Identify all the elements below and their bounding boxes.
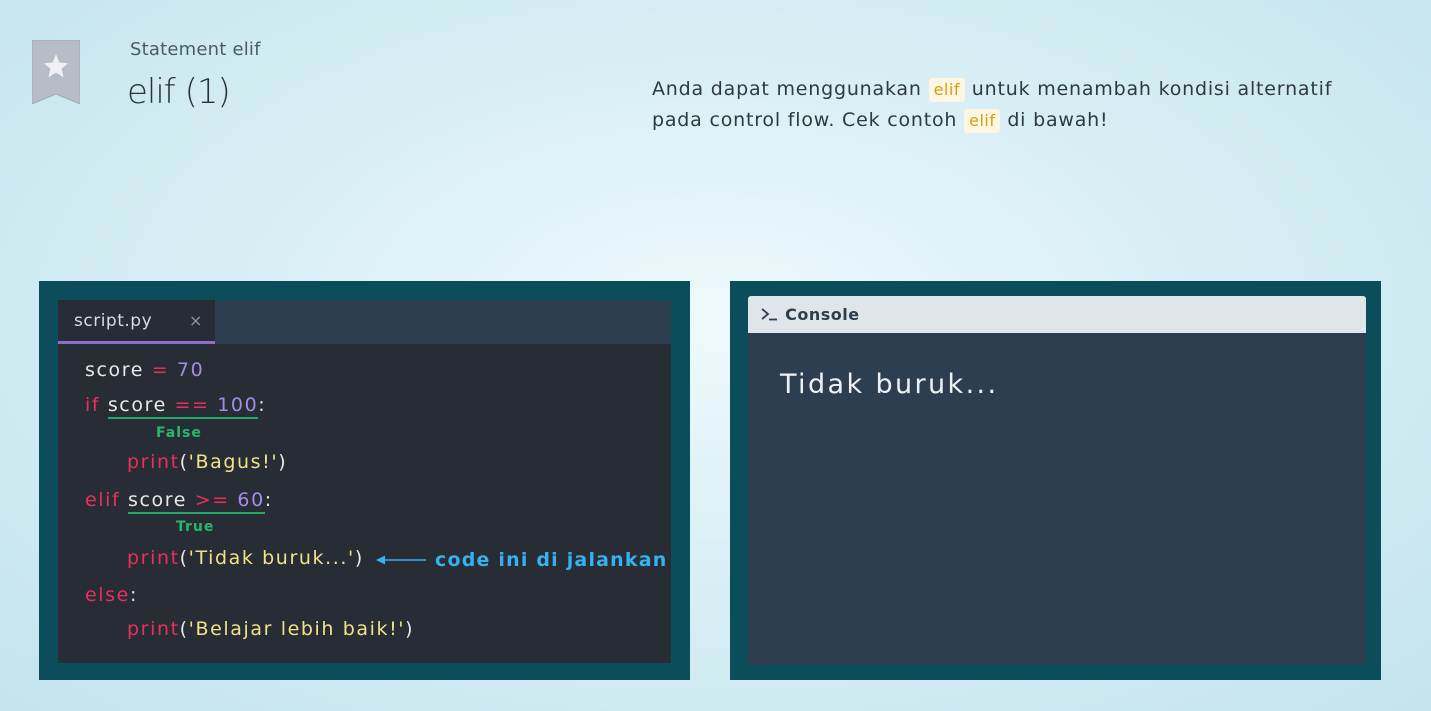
elif-condition: score >= 60 bbox=[127, 489, 265, 514]
code-paren: ) bbox=[354, 547, 364, 569]
close-icon[interactable]: × bbox=[189, 311, 202, 330]
code-operator: == bbox=[174, 394, 210, 416]
code-paren: ( bbox=[179, 618, 189, 640]
code-variable: score bbox=[107, 394, 167, 416]
code-variable: score bbox=[127, 489, 188, 511]
bookmark-star-icon bbox=[32, 40, 80, 104]
console-output: Tidak buruk... bbox=[780, 369, 999, 400]
code-line-6: else: bbox=[85, 584, 138, 606]
code-number: 100 bbox=[217, 394, 259, 416]
code-line-2: if score == 100: bbox=[85, 394, 267, 419]
code-keyword-else: else bbox=[85, 584, 130, 606]
code-line-3: print('Bagus!') bbox=[127, 451, 287, 473]
lesson-subtitle: Statement elif bbox=[130, 39, 261, 60]
code-number: 60 bbox=[237, 489, 265, 511]
annotation-executed-code: code ini di jalankan bbox=[435, 549, 668, 571]
code-line-1: score = 70 bbox=[85, 359, 204, 381]
inline-code-elif: elif bbox=[928, 78, 965, 102]
arrow-left-icon bbox=[376, 555, 426, 565]
code-colon: : bbox=[258, 394, 267, 416]
code-area[interactable]: score = 70 if score == 100: False print(… bbox=[58, 344, 671, 663]
condition-true-label: True bbox=[176, 519, 215, 535]
code-variable: score bbox=[85, 359, 145, 381]
code-string: 'Belajar lebih baik!' bbox=[188, 618, 406, 640]
code-operator: = bbox=[151, 359, 170, 381]
code-keyword-elif: elif bbox=[85, 489, 121, 511]
console[interactable]: Console Tidak buruk... bbox=[748, 296, 1366, 665]
code-line-5: print('Tidak buruk...') bbox=[127, 547, 364, 569]
inline-code-elif: elif bbox=[964, 109, 1001, 133]
terminal-prompt-icon bbox=[761, 308, 777, 321]
code-line-7: print('Belajar lebih baik!') bbox=[127, 618, 414, 640]
code-paren: ) bbox=[405, 618, 415, 640]
console-panel: Console Tidak buruk... bbox=[730, 281, 1381, 680]
description-text-1: Anda dapat menggunakan bbox=[652, 78, 922, 100]
console-title: Console bbox=[785, 305, 860, 324]
lesson-title: elif (1) bbox=[127, 72, 231, 112]
code-paren: ( bbox=[179, 451, 189, 473]
code-function: print bbox=[127, 618, 180, 640]
code-keyword-if: if bbox=[85, 394, 101, 416]
code-editor[interactable]: script.py × score = 70 if score == 100: … bbox=[58, 300, 671, 663]
code-operator: >= bbox=[194, 489, 230, 511]
code-colon: : bbox=[129, 584, 138, 606]
code-colon: : bbox=[264, 489, 273, 511]
bookmark-button[interactable] bbox=[32, 40, 80, 104]
code-number: 70 bbox=[176, 359, 205, 381]
code-function: print bbox=[127, 547, 180, 569]
code-string: 'Bagus!' bbox=[188, 451, 279, 473]
code-line-4: elif score >= 60: bbox=[85, 489, 273, 514]
tab-label: script.py bbox=[74, 311, 153, 331]
code-paren: ( bbox=[179, 547, 189, 569]
console-header: Console bbox=[748, 296, 1366, 333]
code-string: 'Tidak buruk...' bbox=[188, 547, 355, 569]
description-text-3: di bawah! bbox=[1007, 109, 1109, 131]
editor-tabbar: script.py × bbox=[58, 300, 671, 344]
if-condition: score == 100 bbox=[107, 394, 259, 419]
code-function: print bbox=[127, 451, 180, 473]
condition-false-label: False bbox=[156, 425, 202, 441]
lesson-description: Anda dapat menggunakan elif untuk menamb… bbox=[652, 74, 1352, 136]
code-paren: ) bbox=[278, 451, 288, 473]
tab-script-py[interactable]: script.py × bbox=[58, 300, 215, 344]
editor-panel: script.py × score = 70 if score == 100: … bbox=[39, 281, 690, 680]
